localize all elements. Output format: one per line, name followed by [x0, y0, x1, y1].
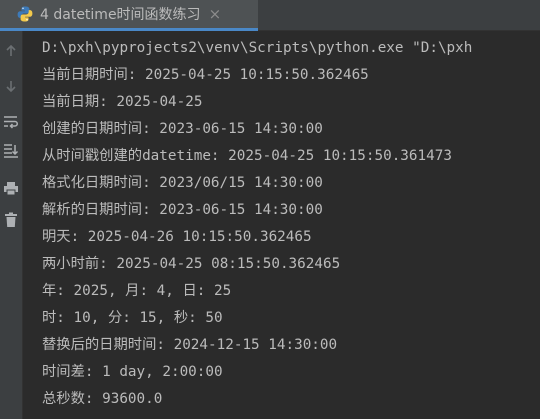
console-output-line: 总秒数: 93600.0 — [42, 391, 163, 407]
close-icon[interactable]: × — [209, 5, 222, 23]
tab-datetime-practice[interactable]: 4 datetime时间函数练习 × — [0, 0, 258, 31]
console-output-line: 年: 2025, 月: 4, 日: 25 — [42, 283, 232, 299]
tab-label: 4 datetime时间函数练习 — [40, 7, 201, 23]
console-output-line: 当前日期时间: 2025-04-25 10:15:50.362465 — [42, 67, 369, 83]
run-console-window: 4 datetime时间函数练习 × D:\pxh\pyprojects2\ve… — [0, 0, 540, 419]
console-output-line: 时: 10, 分: 15, 秒: 50 — [42, 310, 223, 326]
console-output-line: 明天: 2025-04-26 10:15:50.362465 — [42, 229, 312, 245]
console-command-line: D:\pxh\pyprojects2\venv\Scripts\python.e… — [42, 40, 473, 56]
console-output: D:\pxh\pyprojects2\venv\Scripts\python.e… — [42, 35, 540, 419]
console-output-line: 格式化日期时间: 2023/06/15 14:30:00 — [42, 175, 323, 191]
scroll-to-end-icon[interactable] — [2, 142, 20, 160]
console-output-line: 时间差: 1 day, 2:00:00 — [42, 364, 223, 380]
tab-bar: 4 datetime时间函数练习 × — [0, 0, 540, 31]
down-arrow-icon[interactable] — [2, 77, 20, 95]
soft-wrap-icon[interactable] — [2, 113, 20, 131]
console-output-line: 两小时前: 2025-04-25 08:15:50.362465 — [42, 256, 341, 272]
console-toolbar — [0, 31, 23, 419]
trash-icon[interactable] — [2, 211, 20, 229]
console-output-line: 从时间戳创建的datetime: 2025-04-25 10:15:50.361… — [42, 148, 452, 164]
up-arrow-icon[interactable] — [2, 42, 20, 60]
python-icon — [16, 5, 34, 23]
console-output-line: 解析的日期时间: 2023-06-15 14:30:00 — [42, 202, 323, 218]
console-output-line: 替换后的日期时间: 2024-12-15 14:30:00 — [42, 337, 338, 353]
console-output-line: 创建的日期时间: 2023-06-15 14:30:00 — [42, 121, 323, 137]
print-icon[interactable] — [2, 179, 20, 197]
console-output-line: 当前日期: 2025-04-25 — [42, 94, 203, 110]
